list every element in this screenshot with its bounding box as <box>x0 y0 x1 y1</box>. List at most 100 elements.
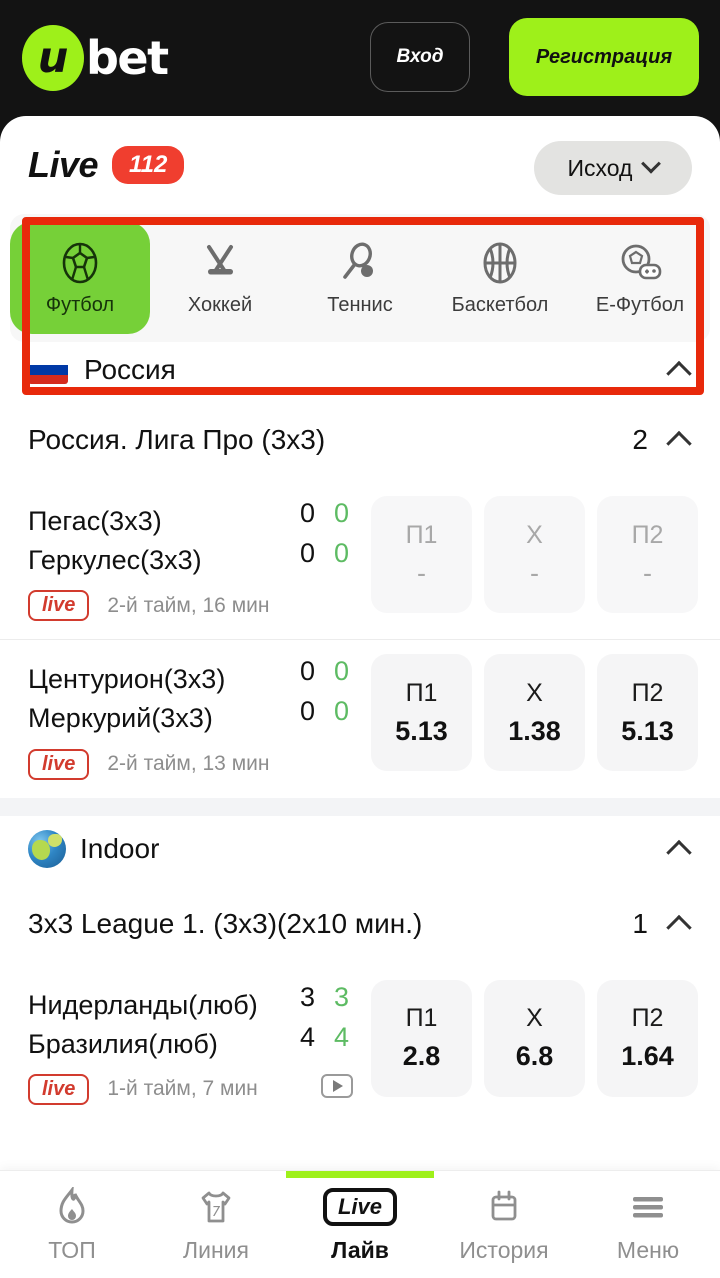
nav-item-menu[interactable]: Меню <box>576 1171 720 1278</box>
away-team-name: Геркулес(3х3) <box>28 545 202 576</box>
soccer-ball-icon <box>59 240 101 286</box>
match-info: Центурион(3х3) 0 0 Меркурий(3х3) 0 0 liv… <box>28 654 371 780</box>
ubet-logo[interactable]: u bet <box>22 25 169 91</box>
league-name: Россия. Лига Про (3х3) <box>28 424 326 455</box>
odd-key: X <box>526 1004 543 1033</box>
home-team-name: Пегас(3х3) <box>28 506 162 536</box>
logo-u-circle: u <box>22 25 84 91</box>
odd-key: X <box>526 678 543 707</box>
odd-button-x[interactable]: X 1.38 <box>484 654 585 772</box>
nav-label: ТОП <box>48 1237 96 1263</box>
sport-tab-football[interactable]: Футбол <box>10 222 150 334</box>
away-score-period: 0 <box>333 696 349 727</box>
fire-icon <box>54 1185 90 1229</box>
away-score-period: 0 <box>333 538 349 568</box>
league-header-3x3-league-1[interactable]: 3x3 League 1. (3х3)(2x10 мин.) 1 <box>0 882 720 966</box>
russia-flag-icon <box>28 356 68 384</box>
chevron-up-icon[interactable] <box>666 430 692 457</box>
live-badge-text: Live <box>322 1188 398 1226</box>
league-header-russia-liga-pro[interactable]: Россия. Лига Про (3х3) 2 <box>0 398 720 482</box>
esports-ball-icon <box>617 240 663 286</box>
match-time-text: 1-й тайм, 7 мин <box>107 1077 258 1101</box>
sport-tab-label: Хоккей <box>187 293 253 316</box>
odd-key: X <box>526 520 543 549</box>
odd-button-2[interactable]: П2 - <box>597 496 698 613</box>
odd-value: 1.64 <box>621 1041 674 1072</box>
sport-tabs: Футбол Хоккей Теннис Баскетбол Е-Футбол <box>10 214 710 342</box>
odd-button-1[interactable]: П1 5.13 <box>371 654 472 772</box>
odd-key: П2 <box>631 678 664 707</box>
home-team-name: Нидерланды(люб) <box>28 989 258 1020</box>
away-score: 0 <box>299 538 315 568</box>
nav-item-line[interactable]: 7 Линия <box>144 1171 288 1278</box>
sport-tab-label: Баскетбол <box>451 293 549 316</box>
hamburger-icon <box>628 1185 668 1229</box>
odd-value: 1.38 <box>508 715 561 746</box>
app-header: u bet Вход Регистрация <box>0 0 720 116</box>
odd-key: П1 <box>405 678 438 707</box>
chevron-up-icon[interactable] <box>666 914 692 940</box>
svg-text:7: 7 <box>212 1205 221 1220</box>
app-root: u bet Вход Регистрация Live 112 Исход Фу… <box>0 0 720 1278</box>
odd-value: 6.8 <box>515 1041 554 1072</box>
content-sheet: Live 112 Исход Футбол Хоккей Теннис Баск… <box>0 116 720 1278</box>
sport-tab-efootball[interactable]: Е-Футбол <box>570 222 710 334</box>
odd-key: П1 <box>405 520 438 549</box>
home-team-line: Нидерланды(люб) 3 3 <box>28 982 371 1025</box>
country-name: Россия <box>84 354 176 385</box>
live-count-badge: 112 <box>112 146 185 184</box>
away-team-line: Меркурий(3х3) 0 0 <box>28 696 371 738</box>
globe-icon <box>28 829 66 868</box>
sport-tab-label: Е-Футбол <box>595 293 685 316</box>
chevron-up-icon[interactable] <box>666 839 692 865</box>
section-divider <box>0 797 720 816</box>
odd-button-1[interactable]: П1 2.8 <box>371 979 472 1097</box>
away-team-line: Геркулес(3х3) 0 0 <box>28 538 371 580</box>
chevron-up-icon[interactable] <box>666 360 692 387</box>
match-row[interactable]: Нидерланды(люб) 3 3 Бразилия(люб) 4 4 li… <box>0 966 720 1123</box>
match-row[interactable]: Центурион(3х3) 0 0 Меркурий(3х3) 0 0 liv… <box>0 639 720 797</box>
country-header-russia[interactable]: Россия <box>0 342 720 398</box>
odd-value: - <box>643 557 652 588</box>
country-header-indoor[interactable]: Indoor <box>0 816 720 882</box>
odd-button-2[interactable]: П2 1.64 <box>597 979 698 1097</box>
home-team-name: Центурион(3х3) <box>28 664 226 695</box>
register-button[interactable]: Регистрация <box>509 18 699 96</box>
match-row[interactable]: Пегас(3х3) 0 0 Геркулес(3х3) 0 0 live 2-… <box>0 482 720 639</box>
match-info: Нидерланды(люб) 3 3 Бразилия(люб) 4 4 li… <box>28 980 371 1105</box>
nav-item-history[interactable]: История <box>432 1171 576 1278</box>
chevron-down-icon <box>641 153 662 174</box>
outcome-filter-button[interactable]: Исход <box>534 141 692 195</box>
sport-tab-basketball[interactable]: Баскетбол <box>430 222 570 334</box>
odds-group: П1 5.13 X 1.38 П2 5.13 <box>371 654 698 772</box>
play-video-icon[interactable] <box>321 1073 353 1098</box>
sport-tab-label: Теннис <box>327 293 393 316</box>
live-chip: live <box>28 590 90 622</box>
odd-button-2[interactable]: П2 5.13 <box>597 654 698 772</box>
match-status: live 1-й тайм, 7 мин <box>28 1073 371 1105</box>
bottom-navigation: ТОП 7 Линия Live Лайв История Меню <box>0 1170 720 1278</box>
match-status: live 2-й тайм, 13 мин <box>28 748 371 780</box>
sport-tab-tennis[interactable]: Теннис <box>290 222 430 334</box>
sport-tab-hockey[interactable]: Хоккей <box>150 222 290 334</box>
odd-button-x[interactable]: X - <box>484 496 585 613</box>
odds-group: П1 2.8 X 6.8 П2 1.64 <box>371 979 698 1097</box>
nav-item-top[interactable]: ТОП <box>0 1171 144 1278</box>
login-button[interactable]: Вход <box>370 22 470 92</box>
nav-item-live[interactable]: Live Лайв <box>286 1171 434 1278</box>
odd-button-1[interactable]: П1 - <box>371 496 472 613</box>
odd-key: П2 <box>631 1004 664 1033</box>
odd-button-x[interactable]: X 6.8 <box>484 979 585 1097</box>
away-score-period: 4 <box>333 1021 349 1052</box>
match-time-text: 2-й тайм, 16 мин <box>107 593 270 617</box>
outcome-filter-label: Исход <box>567 154 633 181</box>
live-header-bar: Live 112 Исход <box>0 116 720 214</box>
live-title: Live <box>28 144 99 185</box>
nav-label: Линия <box>183 1237 249 1263</box>
away-team-line: Бразилия(люб) 4 4 <box>28 1021 371 1064</box>
tennis-racket-icon <box>338 240 382 286</box>
calendar-icon <box>485 1185 523 1229</box>
match-status: live 2-й тайм, 16 мин <box>28 590 371 622</box>
odd-value: 2.8 <box>402 1041 441 1072</box>
sport-tab-label: Футбол <box>45 293 115 316</box>
